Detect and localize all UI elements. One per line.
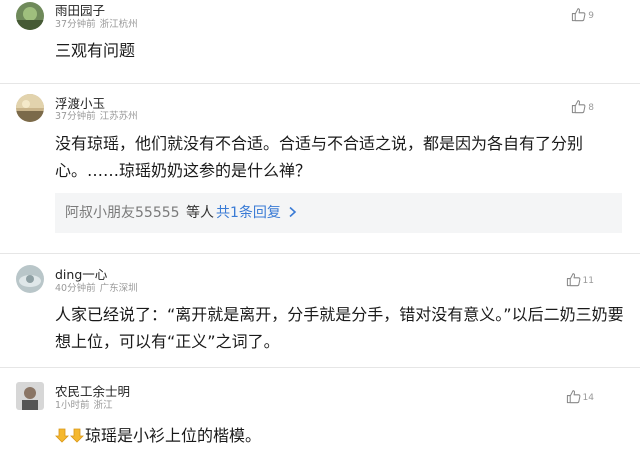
like-count: 9: [588, 11, 594, 21]
comment-meta: 1小时前 浙江: [55, 397, 117, 411]
comment-meta: 37分钟前 江苏苏州: [55, 108, 142, 122]
comment-text-row: 琼瑶是小衫上位的楷模。: [55, 422, 625, 449]
comment-location: 浙江: [93, 400, 113, 411]
comment-time: 40分钟前: [55, 283, 96, 294]
thumbs-up-icon: [572, 99, 586, 113]
like-button[interactable]: 14: [566, 387, 594, 405]
comment-text: 琼瑶是小衫上位的楷模。: [85, 426, 262, 445]
comment-time: 37分钟前: [55, 19, 96, 30]
reply-sep: 等人: [186, 205, 214, 221]
comment-text: 三观有问题: [55, 41, 136, 60]
thumbs-up-icon: [566, 272, 580, 286]
thumbs-up-icon: [572, 7, 586, 21]
comment-time: 1小时前: [55, 400, 90, 411]
avatar[interactable]: [16, 265, 44, 293]
like-button[interactable]: 9: [571, 5, 594, 23]
reply-count-link[interactable]: 共1条回复: [216, 205, 281, 221]
avatar[interactable]: [16, 382, 44, 410]
comment-item: ding一心 40分钟前 广东深圳 11 人家已经说了：“离开就是离开，分手就是分…: [0, 254, 640, 367]
pointing-down-emoji-icon: [70, 428, 84, 443]
comment-location: 江苏苏州: [99, 111, 138, 122]
avatar[interactable]: [16, 94, 44, 122]
avatar[interactable]: [16, 2, 44, 30]
like-button[interactable]: 8: [571, 97, 594, 115]
comment-text: 没有琼瑶，他们就没有不合适。合适与不合适之说，都是因为各自有了分别心。……琼瑶奶…: [55, 134, 584, 180]
thumbs-up-icon: [566, 389, 580, 403]
like-count: 11: [582, 276, 594, 286]
reply-author[interactable]: 阿叔小朋友55555: [65, 205, 180, 221]
like-count: 8: [588, 103, 594, 113]
reply-summary[interactable]: 阿叔小朋友55555 等人 共1条回复: [55, 193, 622, 233]
pointing-down-emoji-icon: [55, 428, 69, 443]
like-button[interactable]: 11: [566, 270, 594, 288]
like-count: 14: [582, 393, 594, 403]
comment-item: 农民工余士明 1小时前 浙江 14 琼瑶是小衫上位的楷模。: [0, 368, 640, 452]
comment-text: 人家已经说了：“离开就是离开，分手就是分手，错对没有意义。”以后二奶三奶要想上位…: [55, 305, 624, 351]
comment-location: 浙江杭州: [99, 19, 138, 30]
chevron-right-icon: [289, 206, 297, 218]
comment-location: 广东深圳: [99, 283, 138, 294]
comment-item: 雨田园子 37分钟前 浙江杭州 9 三观有问题: [0, 0, 640, 82]
comment-meta: 40分钟前 广东深圳: [55, 280, 142, 294]
comment-time: 37分钟前: [55, 111, 96, 122]
comment-meta: 37分钟前 浙江杭州: [55, 16, 142, 30]
